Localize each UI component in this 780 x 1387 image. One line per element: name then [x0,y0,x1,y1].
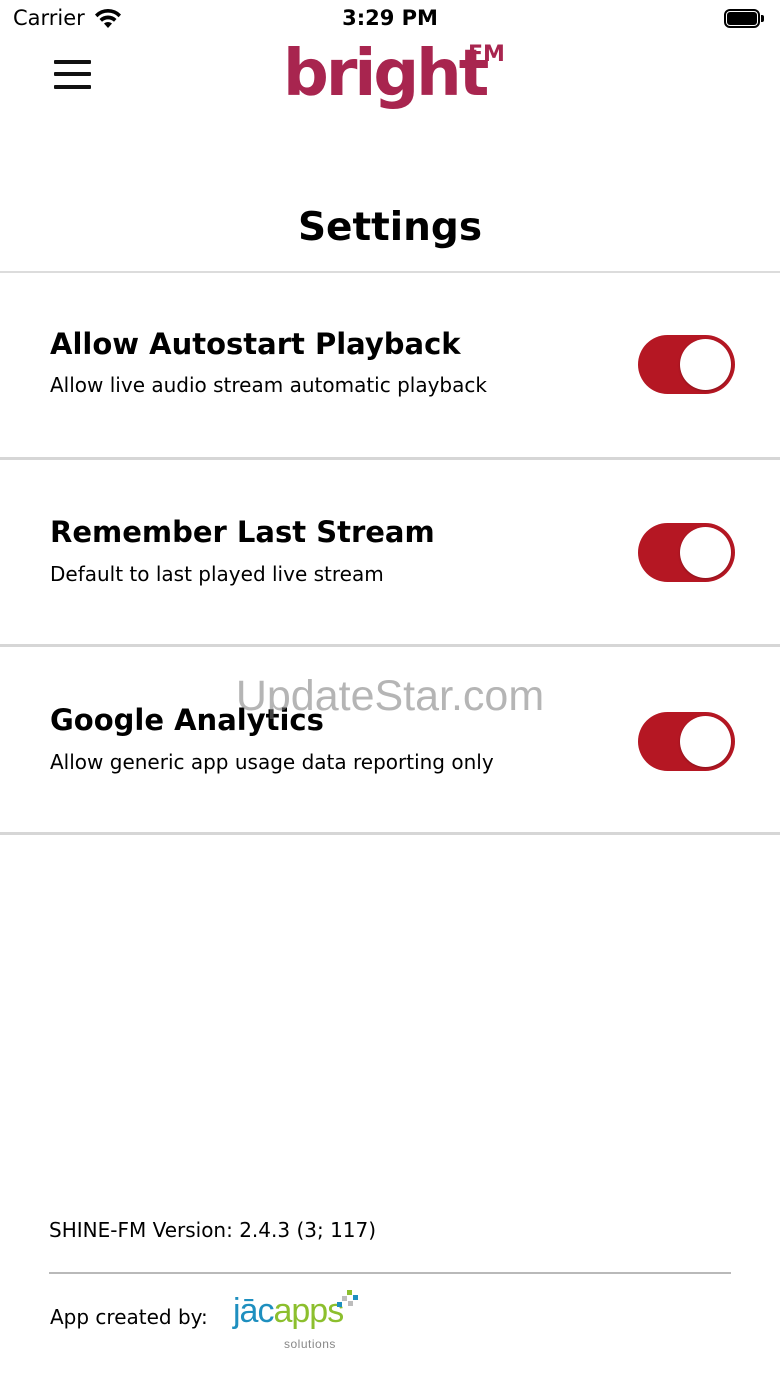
setting-row-remember-stream: Remember Last Stream Default to last pla… [0,460,780,644]
pixel-dots-icon [337,1290,358,1307]
created-by-label: App created by: [50,1305,208,1329]
logo-wordmark: bright [283,37,489,111]
setting-subtitle: Default to last played live stream [50,562,384,586]
setting-subtitle: Allow live audio stream automatic playba… [50,373,487,397]
remember-stream-toggle[interactable] [638,523,735,582]
setting-subtitle: Allow generic app usage data reporting o… [50,750,494,774]
setting-title: Google Analytics [50,703,324,737]
jacapps-logo[interactable]: jācapps solutions [233,1290,368,1355]
footer-divider [49,1272,731,1274]
hamburger-menu-icon[interactable] [54,60,92,90]
setting-title: Remember Last Stream [50,515,435,549]
brightfm-logo: bright FM [283,34,505,114]
clock: 3:29 PM [342,6,438,30]
setting-title: Allow Autostart Playback [50,327,461,361]
setting-row-analytics: Google Analytics Allow generic app usage… [0,647,780,831]
battery-icon [724,9,764,29]
jacapps-wordmark: jācapps [233,1292,344,1330]
analytics-toggle[interactable] [638,712,735,771]
autostart-toggle[interactable] [638,335,735,394]
logo-superscript: FM [468,42,505,67]
jacapps-tagline: solutions [284,1337,336,1351]
version-label: SHINE-FM Version: 2.4.3 (3; 117) [49,1218,377,1242]
page-title: Settings [297,205,483,250]
setting-row-autostart: Allow Autostart Playback Allow live audi… [0,273,780,457]
divider [0,832,780,835]
